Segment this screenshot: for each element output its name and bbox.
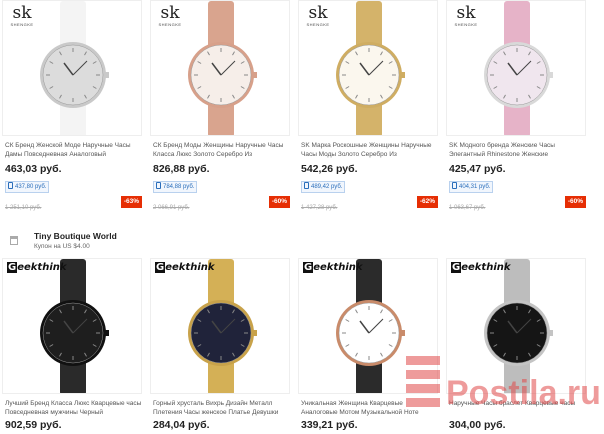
discount-badge: -62% <box>416 196 438 208</box>
phone-icon <box>304 182 309 189</box>
watch-image <box>40 259 109 393</box>
product-card[interactable]: sk SHENGKE SK Модного бренда Женские Часы… <box>446 0 586 222</box>
product-card[interactable]: sk SHENGKE СК Бренд Моды Женщины Наручные… <box>150 0 290 222</box>
phone-icon <box>156 182 161 189</box>
sk-logo: sk SHENGKE <box>454 3 478 28</box>
discount-badge: -60% <box>268 196 290 208</box>
upper-strap <box>356 1 382 49</box>
product-price: 463,03 руб. <box>5 163 62 175</box>
product-price: 826,88 руб. <box>153 163 210 175</box>
mobile-price-value: 437,80 руб. <box>15 184 47 190</box>
mobile-price: 784,88 руб. <box>153 181 198 193</box>
discount-badge: -60% <box>564 196 586 208</box>
upper-strap <box>504 1 530 49</box>
product-image[interactable]: sk SHENGKE <box>150 0 290 136</box>
product-title[interactable]: Лучший Бренд Класса Люкс Кварцевые часы … <box>2 399 142 417</box>
sk-logo: sk SHENGKE <box>158 3 182 28</box>
old-price: 2 066,91 руб. <box>153 205 190 211</box>
store-icon <box>10 236 18 245</box>
product-card[interactable]: Geekthink Лучший Бренд Класса Люкс Кварц… <box>2 258 142 434</box>
mobile-price-value: 784,88 руб. <box>163 184 195 190</box>
postila-logo-icon <box>406 356 440 407</box>
discount-badge: -63% <box>120 196 142 208</box>
postila-watermark: Postila.ru <box>406 356 600 412</box>
old-price: 1 063,67 руб. <box>449 205 486 211</box>
old-price: 1 251,10 руб. <box>5 205 42 211</box>
product-row-1: sk SHENGKE СК Бренд Женской Моде Наручные… <box>0 0 604 222</box>
mobile-price: 489,42 руб. <box>301 181 346 193</box>
product-title[interactable]: SK Модного бренда Женские Часы Элегантны… <box>446 141 586 159</box>
sk-logo: sk SHENGKE <box>306 3 330 28</box>
geekthink-logo: Geekthink <box>451 262 511 273</box>
watermark-text: Postila.ru <box>446 374 600 412</box>
product-card[interactable]: Geekthink Горный хрусталь Вихрь Дизайн М… <box>150 258 290 434</box>
watch-image <box>188 259 257 393</box>
watch-crown <box>253 330 257 336</box>
product-image[interactable]: Geekthink <box>2 258 142 394</box>
watch-crown <box>105 72 109 78</box>
product-card[interactable]: sk SHENGKE СК Бренд Женской Моде Наручные… <box>2 0 142 222</box>
product-image[interactable]: sk SHENGKE <box>298 0 438 136</box>
product-image[interactable]: sk SHENGKE <box>446 0 586 136</box>
watch-crown <box>105 330 109 336</box>
product-image[interactable]: sk SHENGKE <box>2 0 142 136</box>
product-price: 902,59 руб. <box>5 419 62 431</box>
product-title[interactable]: СК Бренд Женской Моде Наручные Часы Дамы… <box>2 141 142 159</box>
product-price: 542,26 руб. <box>301 163 358 175</box>
product-image[interactable]: Geekthink <box>150 258 290 394</box>
upper-strap <box>208 1 234 49</box>
mobile-price: 437,80 руб. <box>5 181 50 193</box>
store-coupon: Купон на US $4.00 <box>34 243 90 250</box>
product-title[interactable]: SK Марка Роскошные Женщины Наручные Часы… <box>298 141 438 159</box>
sk-logo: sk SHENGKE <box>10 3 34 28</box>
product-price: 425,47 руб. <box>449 163 506 175</box>
geekthink-logo: Geekthink <box>7 262 67 273</box>
old-price: 1 427,28 руб. <box>301 205 338 211</box>
mobile-price: 404,31 руб. <box>449 181 494 193</box>
phone-icon <box>452 182 457 189</box>
product-title[interactable]: СК Бренд Моды Женщины Наручные Часы Клас… <box>150 141 290 159</box>
phone-icon <box>8 182 13 189</box>
geekthink-logo: Geekthink <box>155 262 215 273</box>
watch-crown <box>401 72 405 78</box>
mobile-price-value: 404,31 руб. <box>459 184 491 190</box>
watch-crown <box>549 72 553 78</box>
geekthink-logo: Geekthink <box>303 262 363 273</box>
upper-strap <box>60 1 86 49</box>
store-header[interactable]: Tiny Boutique World Купон на US $4.00 <box>0 226 604 256</box>
mobile-price-value: 489,42 руб. <box>311 184 343 190</box>
product-card[interactable]: sk SHENGKE SK Марка Роскошные Женщины Нар… <box>298 0 438 222</box>
watch-crown <box>253 72 257 78</box>
product-title[interactable]: Горный хрусталь Вихрь Дизайн Металл Плет… <box>150 399 290 417</box>
store-name[interactable]: Tiny Boutique World <box>34 231 117 241</box>
product-price: 284,04 руб. <box>153 419 210 431</box>
